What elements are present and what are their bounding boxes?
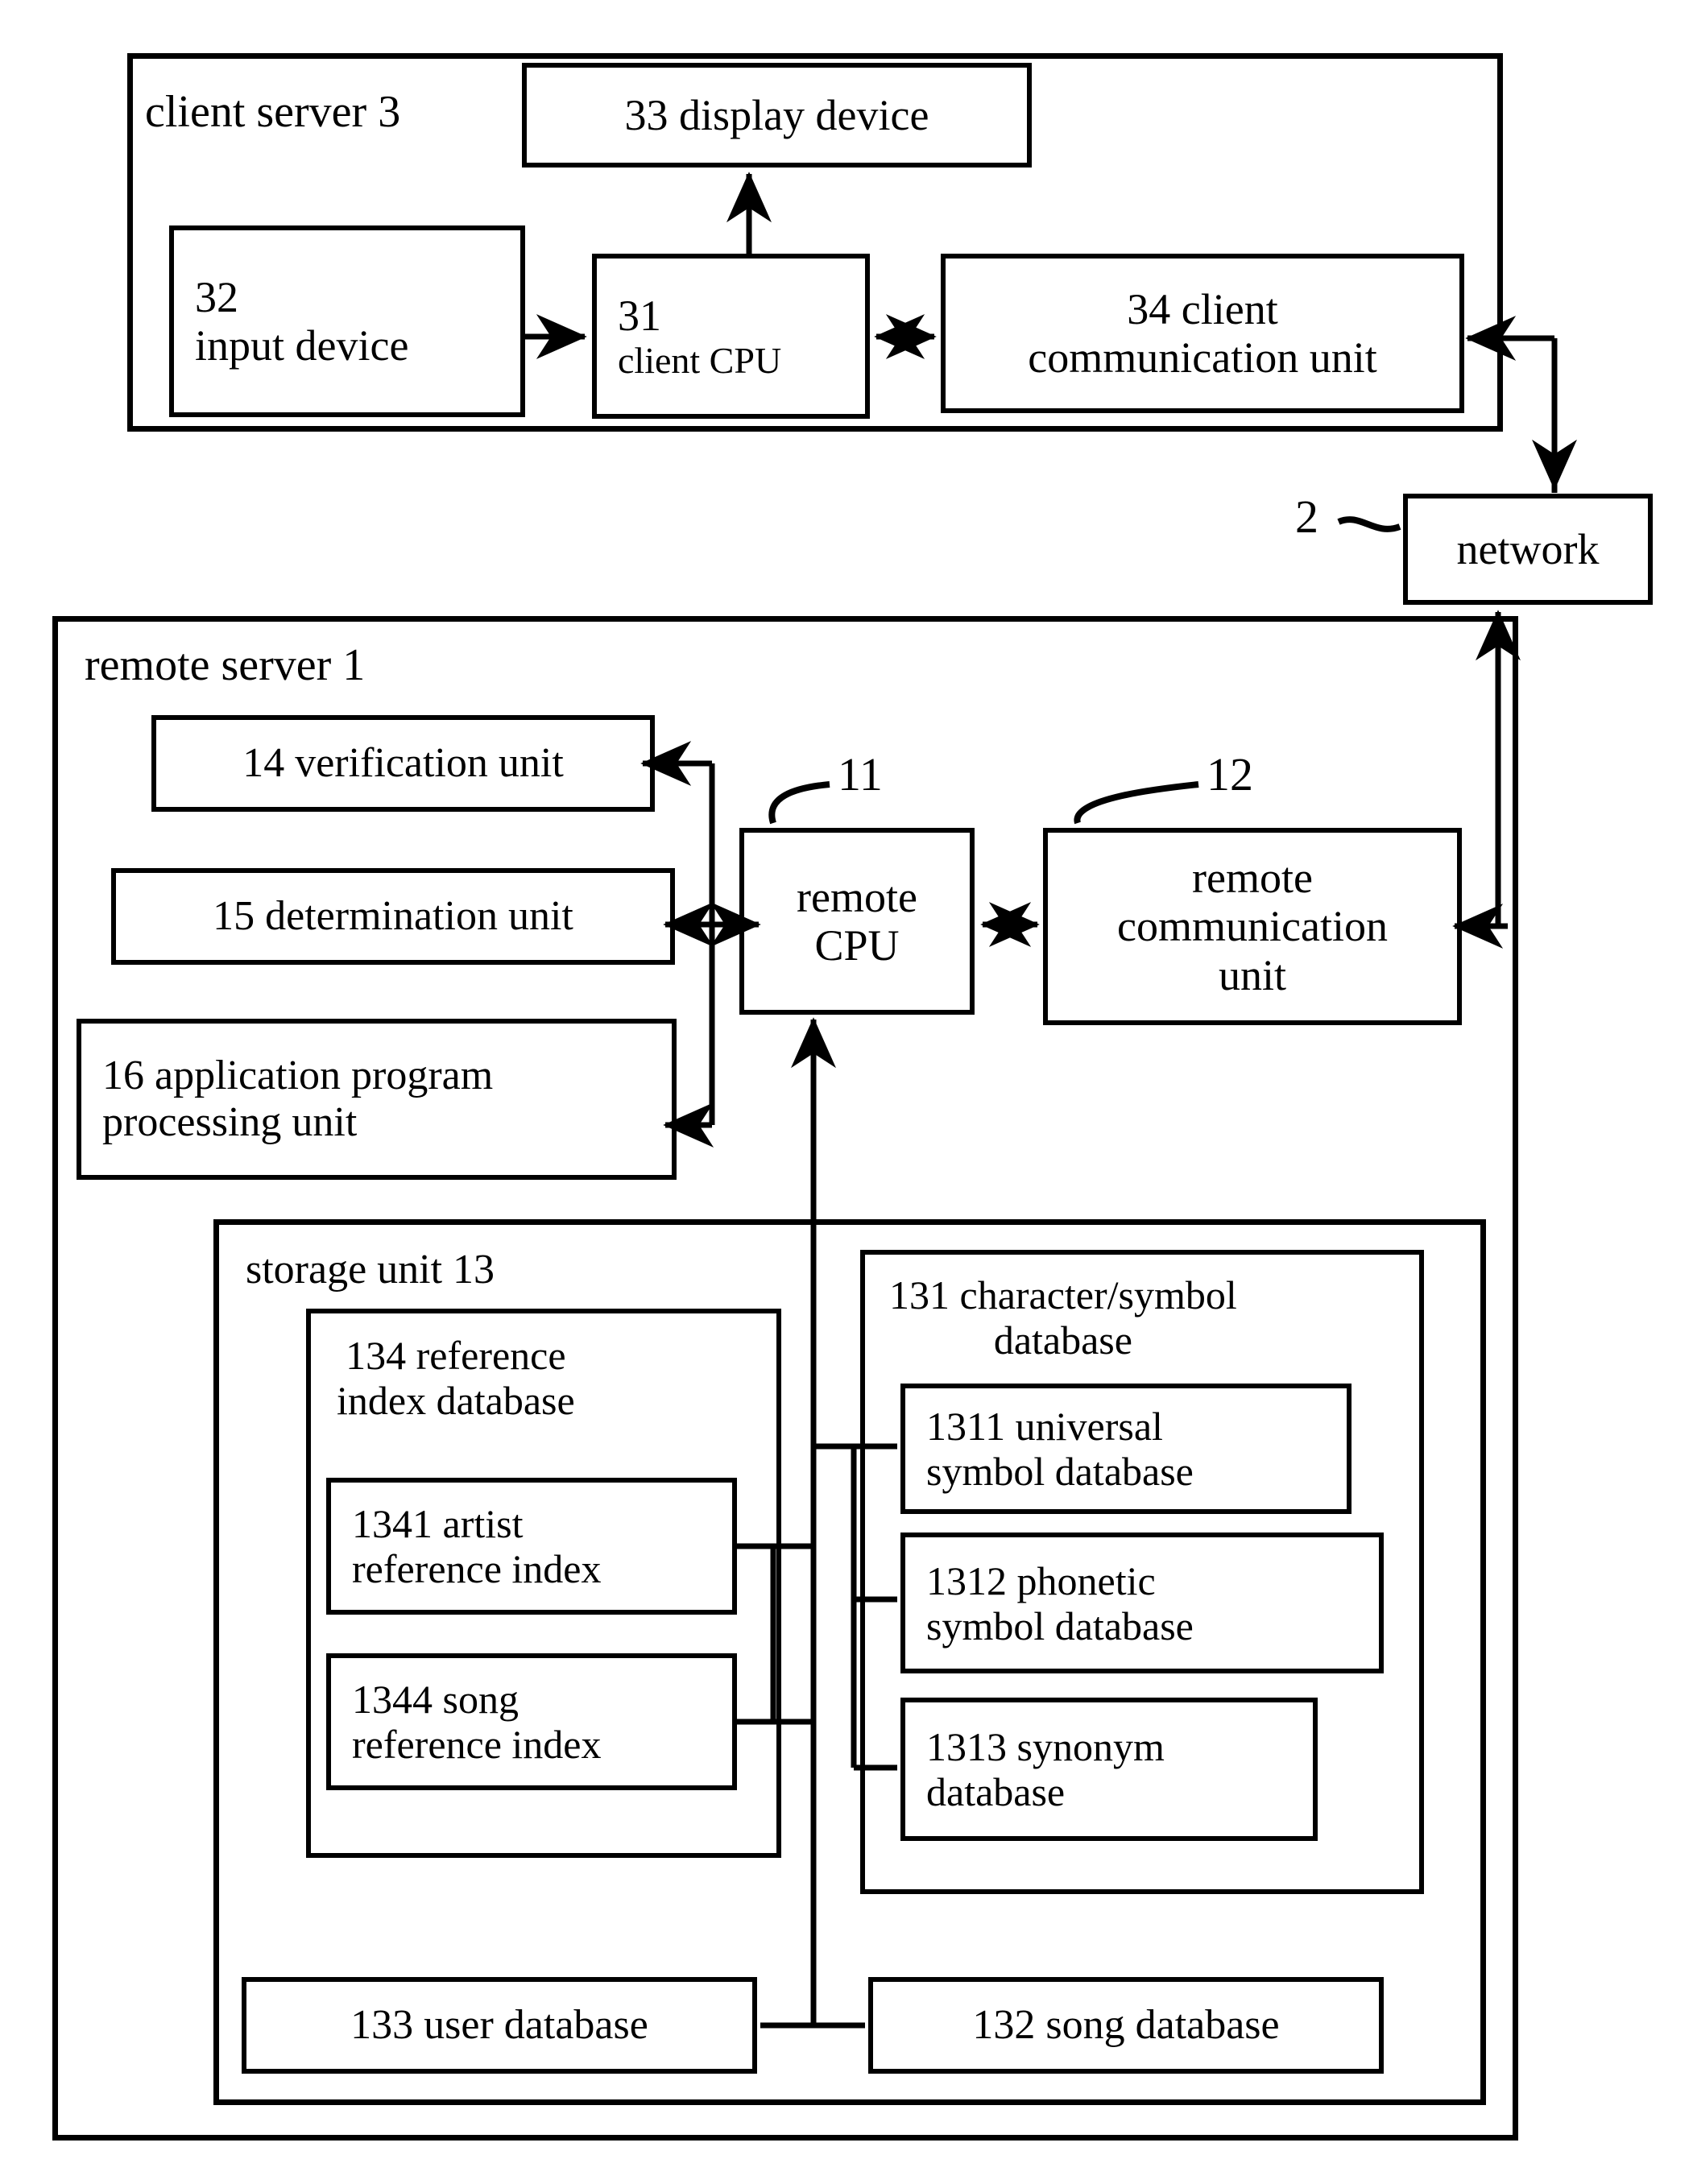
patent-figure: client server 3 33 display device 32 inp…	[0, 0, 1693, 2184]
user-database-box: 133 user database	[242, 1977, 757, 2074]
universal-symbol-database-label: 1311 universal symbol database	[926, 1404, 1194, 1494]
input-device-label: 32 input device	[195, 273, 408, 370]
client-cpu-box: 31 client CPU	[592, 254, 870, 419]
remote-cpu-box: remote CPU	[739, 828, 975, 1015]
client-cpu-label: 31 client CPU	[618, 292, 781, 382]
client-cpu-name: client CPU	[618, 339, 782, 381]
song-reference-index-box: 1344 song reference index	[326, 1653, 737, 1790]
universal-symbol-database-box: 1311 universal symbol database	[900, 1384, 1352, 1514]
input-device-name: input device	[195, 321, 409, 370]
network-box: network	[1403, 494, 1653, 605]
determination-unit-box: 15 determination unit	[111, 868, 675, 965]
network-label: network	[1456, 524, 1600, 573]
determination-unit-label: 15 determination unit	[213, 892, 573, 939]
verification-unit-label: 14 verification unit	[242, 739, 564, 786]
input-device-number: 32	[195, 272, 238, 321]
synonym-database-label: 1313 synonym database	[926, 1724, 1165, 1814]
synonym-database-box: 1313 synonym database	[900, 1698, 1318, 1841]
reference-index-database-label: 134 reference index database	[337, 1333, 575, 1423]
verification-unit-box: 14 verification unit	[151, 715, 655, 812]
artist-reference-index-box: 1341 artist reference index	[326, 1478, 737, 1615]
song-database-label: 132 song database	[972, 2001, 1280, 2048]
client-server-label: client server 3	[145, 87, 401, 137]
client-communication-unit-box: 34 client communication unit	[941, 254, 1464, 413]
character-symbol-database-label: 131 character/symbol database	[889, 1272, 1237, 1363]
client-communication-unit-label: 34 client communication unit	[1028, 284, 1377, 382]
remote-cpu-label: remote CPU	[797, 872, 917, 970]
display-device-label: 33 display device	[624, 90, 929, 139]
display-device-box: 33 display device	[522, 63, 1032, 168]
remote-communication-ref-number: 12	[1207, 748, 1253, 800]
phonetic-symbol-database-label: 1312 phonetic symbol database	[926, 1557, 1194, 1648]
remote-communication-unit-box: remote communication unit	[1043, 828, 1462, 1025]
client-cpu-number: 31	[618, 291, 661, 340]
network-ref-number: 2	[1295, 490, 1318, 543]
remote-cpu-ref-number: 11	[838, 748, 883, 800]
remote-communication-unit-label: remote communication unit	[1117, 853, 1388, 999]
song-reference-index-label: 1344 song reference index	[352, 1677, 602, 1767]
input-device-box: 32 input device	[169, 225, 525, 417]
remote-server-label: remote server 1	[85, 640, 366, 690]
user-database-label: 133 user database	[350, 2001, 648, 2048]
artist-reference-index-label: 1341 artist reference index	[352, 1501, 602, 1591]
song-database-box: 132 song database	[868, 1977, 1384, 2074]
storage-unit-label: storage unit 13	[246, 1247, 495, 1293]
application-program-unit-box: 16 application program processing unit	[77, 1019, 677, 1180]
phonetic-symbol-database-box: 1312 phonetic symbol database	[900, 1533, 1384, 1673]
application-program-unit-label: 16 application program processing unit	[102, 1052, 494, 1145]
network-ref-leader	[1337, 516, 1401, 532]
